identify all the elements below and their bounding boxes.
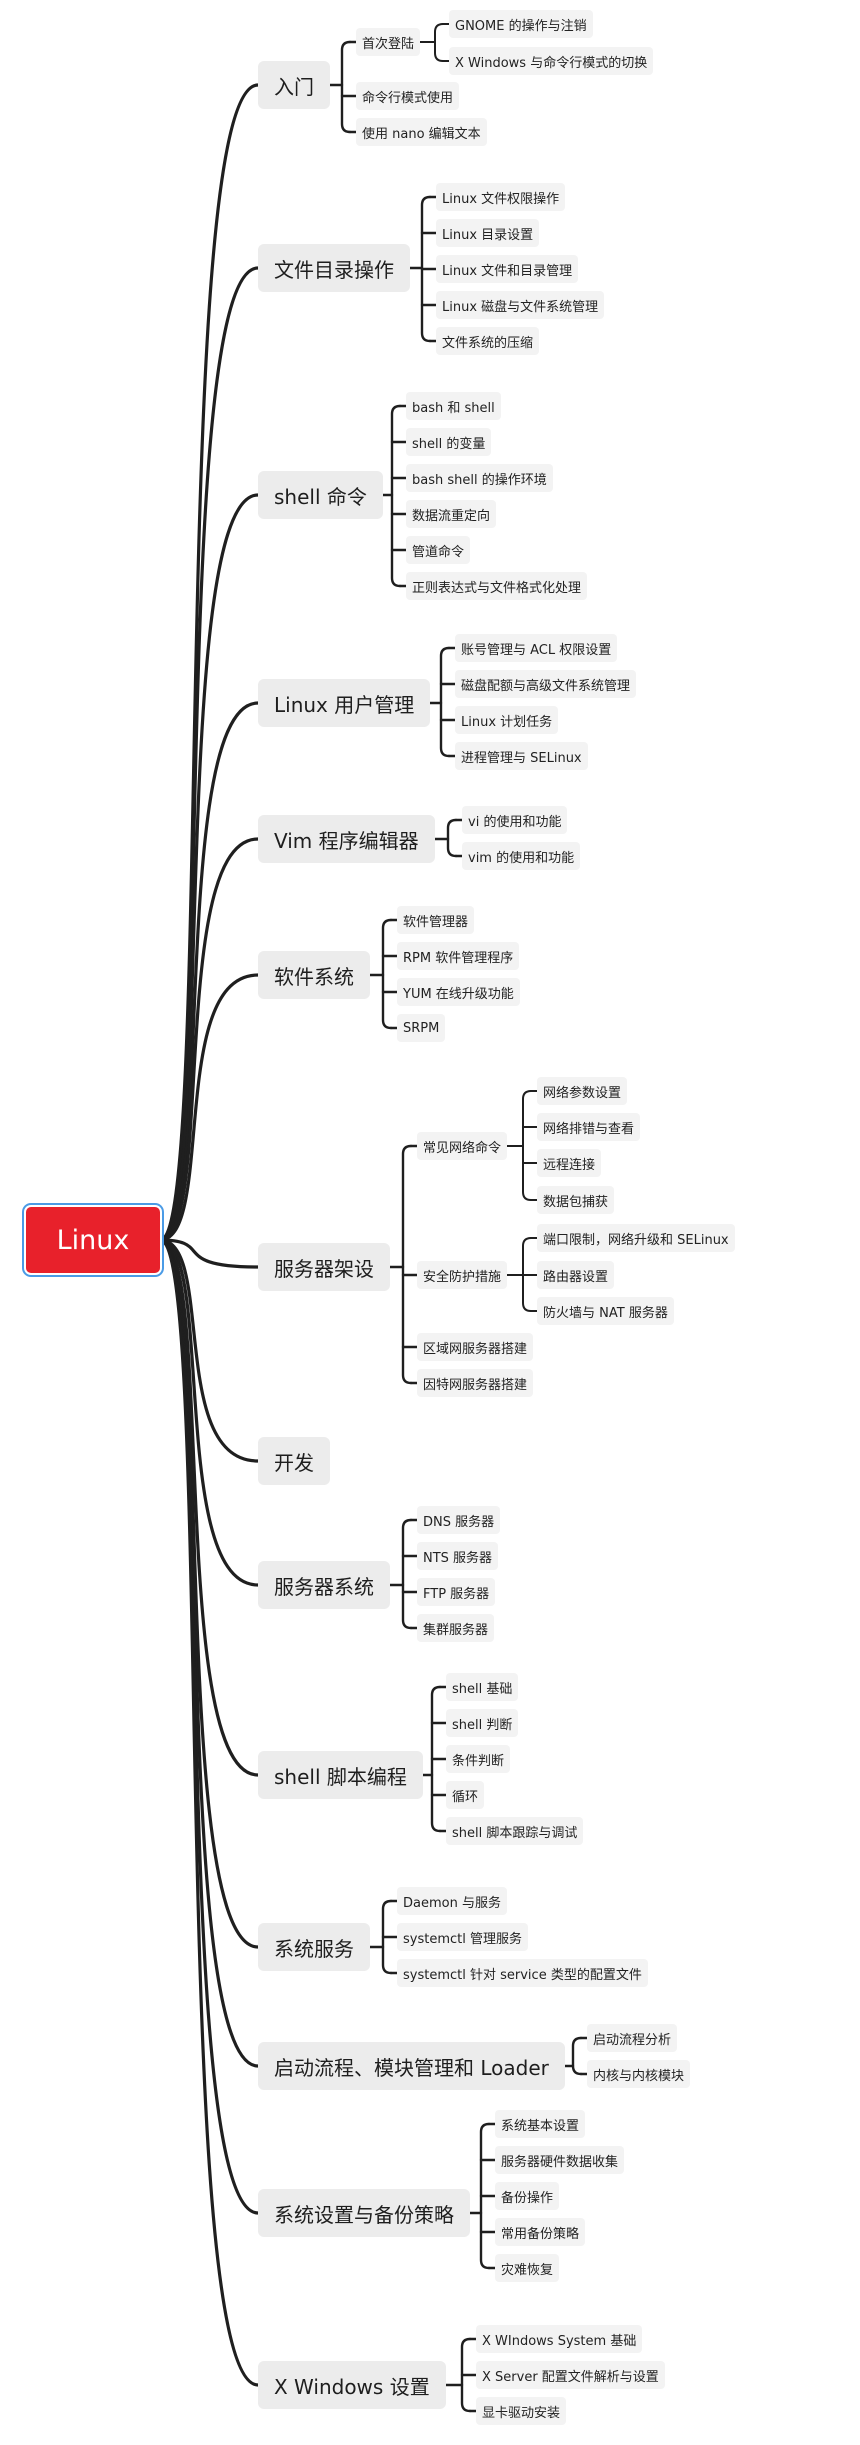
topic-shell-scripting[interactable]: shell 脚本编程 xyxy=(258,1751,423,1799)
topic-software[interactable]: 软件系统 xyxy=(258,951,370,999)
subtopic-bash-env[interactable]: bash shell 的操作环境 xyxy=(406,464,553,492)
topic-settings-backup[interactable]: 系统设置与备份策略 xyxy=(258,2189,470,2237)
topic-getting-started[interactable]: 入门 xyxy=(258,61,330,109)
subtopic-cli-usage[interactable]: 命令行模式使用 xyxy=(356,82,460,110)
subtopic-shell-test[interactable]: shell 判断 xyxy=(446,1709,519,1737)
topic-server-setup[interactable]: 服务器架设 xyxy=(258,1243,390,1291)
subtopic-redirection[interactable]: 数据流重定向 xyxy=(406,500,497,528)
subtopic-systemctl[interactable]: systemctl 管理服务 xyxy=(397,1923,528,1951)
subtopic-xwindows-basics[interactable]: X WIndows System 基础 xyxy=(476,2325,643,2353)
subtopic-cron[interactable]: Linux 计划任务 xyxy=(455,706,559,734)
topic-file-dir-ops[interactable]: 文件目录操作 xyxy=(258,244,410,292)
subtopic-lan-server[interactable]: 区域网服务器搭建 xyxy=(417,1333,534,1361)
subtopic-net-troubleshoot[interactable]: 网络排错与查看 xyxy=(537,1113,641,1141)
subtopic-pkg-manager[interactable]: 软件管理器 xyxy=(397,906,475,934)
subtopic-cluster[interactable]: 集群服务器 xyxy=(417,1614,495,1642)
subtopic-srpm[interactable]: SRPM xyxy=(397,1014,446,1042)
topic-server-system[interactable]: 服务器系统 xyxy=(258,1561,390,1609)
topic-vim[interactable]: Vim 程序编辑器 xyxy=(258,815,435,863)
subtopic-pipes[interactable]: 管道命令 xyxy=(406,536,471,564)
subtopic-dir-settings[interactable]: Linux 目录设置 xyxy=(436,219,540,247)
subtopic-xserver-config[interactable]: X Server 配置文件解析与设置 xyxy=(476,2361,665,2389)
subtopic-file-permissions[interactable]: Linux 文件权限操作 xyxy=(436,183,566,211)
topic-development[interactable]: 开发 xyxy=(258,1437,330,1485)
subtopic-acl[interactable]: 账号管理与 ACL 权限设置 xyxy=(455,634,618,662)
subtopic-quota[interactable]: 磁盘配额与高级文件系统管理 xyxy=(455,670,637,698)
subtopic-conditionals[interactable]: 条件判断 xyxy=(446,1745,511,1773)
root-node[interactable]: Linux xyxy=(26,1207,160,1273)
topic-shell-commands[interactable]: shell 命令 xyxy=(258,471,383,519)
subtopic-xwindows-switch[interactable]: X Windows 与命令行模式的切换 xyxy=(449,47,654,75)
subtopic-disk-fs-mgmt[interactable]: Linux 磁盘与文件系统管理 xyxy=(436,291,605,319)
subtopic-regex[interactable]: 正则表达式与文件格式化处理 xyxy=(406,572,588,600)
subtopic-shell-vars[interactable]: shell 的变量 xyxy=(406,428,492,456)
subtopic-shell-basics[interactable]: shell 基础 xyxy=(446,1673,519,1701)
subtopic-gnome-logout[interactable]: GNOME 的操作与注销 xyxy=(449,10,593,38)
subtopic-systemctl-config[interactable]: systemctl 针对 service 类型的配置文件 xyxy=(397,1959,648,1987)
subtopic-net-commands[interactable]: 常见网络命令 xyxy=(417,1132,508,1160)
topic-xwindows[interactable]: X Windows 设置 xyxy=(258,2361,446,2409)
subtopic-debugging[interactable]: shell 脚本跟踪与调试 xyxy=(446,1817,584,1845)
subtopic-port-limit[interactable]: 端口限制，网络升级和 SELinux xyxy=(537,1224,735,1252)
subtopic-nano[interactable]: 使用 nano 编辑文本 xyxy=(356,118,487,146)
subtopic-security[interactable]: 安全防护措施 xyxy=(417,1261,508,1289)
subtopic-bash-shell[interactable]: bash 和 shell xyxy=(406,392,501,420)
subtopic-disaster-recovery[interactable]: 灾难恢复 xyxy=(495,2254,560,2282)
subtopic-backup-strategy[interactable]: 常用备份策略 xyxy=(495,2218,586,2246)
subtopic-backup-ops[interactable]: 备份操作 xyxy=(495,2182,560,2210)
subtopic-gpu-driver[interactable]: 显卡驱动安装 xyxy=(476,2397,567,2425)
topic-user-mgmt[interactable]: Linux 用户管理 xyxy=(258,679,431,727)
subtopic-boot-analysis[interactable]: 启动流程分析 xyxy=(587,2024,678,2052)
subtopic-yum[interactable]: YUM 在线升级功能 xyxy=(397,978,520,1006)
subtopic-vi[interactable]: vi 的使用和功能 xyxy=(462,806,568,834)
subtopic-loops[interactable]: 循环 xyxy=(446,1781,485,1809)
topic-system-services[interactable]: 系统服务 xyxy=(258,1923,370,1971)
subtopic-hw-data[interactable]: 服务器硬件数据收集 xyxy=(495,2146,625,2174)
subtopic-fs-compression[interactable]: 文件系统的压缩 xyxy=(436,327,540,355)
subtopic-process-selinux[interactable]: 进程管理与 SELinux xyxy=(455,742,588,770)
subtopic-firewall-nat[interactable]: 防火墙与 NAT 服务器 xyxy=(537,1297,674,1325)
subtopic-rpm[interactable]: RPM 软件管理程序 xyxy=(397,942,520,970)
subtopic-packet-capture[interactable]: 数据包捕获 xyxy=(537,1186,615,1214)
subtopic-router[interactable]: 路由器设置 xyxy=(537,1261,615,1289)
subtopic-first-login[interactable]: 首次登陆 xyxy=(356,28,421,56)
subtopic-daemon[interactable]: Daemon 与服务 xyxy=(397,1887,507,1915)
subtopic-net-params[interactable]: 网络参数设置 xyxy=(537,1077,628,1105)
subtopic-file-dir-mgmt[interactable]: Linux 文件和目录管理 xyxy=(436,255,579,283)
subtopic-dns[interactable]: DNS 服务器 xyxy=(417,1506,501,1534)
subtopic-internet-server[interactable]: 因特网服务器搭建 xyxy=(417,1369,534,1397)
topic-boot-loader[interactable]: 启动流程、模块管理和 Loader xyxy=(258,2042,565,2090)
mindmap-canvas: Linux 入门 首次登陆 GNOME 的操作与注销 X Windows 与命令… xyxy=(0,0,860,2445)
subtopic-basic-settings[interactable]: 系统基本设置 xyxy=(495,2110,586,2138)
subtopic-nts[interactable]: NTS 服务器 xyxy=(417,1542,499,1570)
subtopic-remote[interactable]: 远程连接 xyxy=(537,1149,602,1177)
subtopic-ftp[interactable]: FTP 服务器 xyxy=(417,1578,496,1606)
subtopic-vim-usage[interactable]: vim 的使用和功能 xyxy=(462,842,581,870)
subtopic-kernel-modules[interactable]: 内核与内核模块 xyxy=(587,2060,691,2088)
